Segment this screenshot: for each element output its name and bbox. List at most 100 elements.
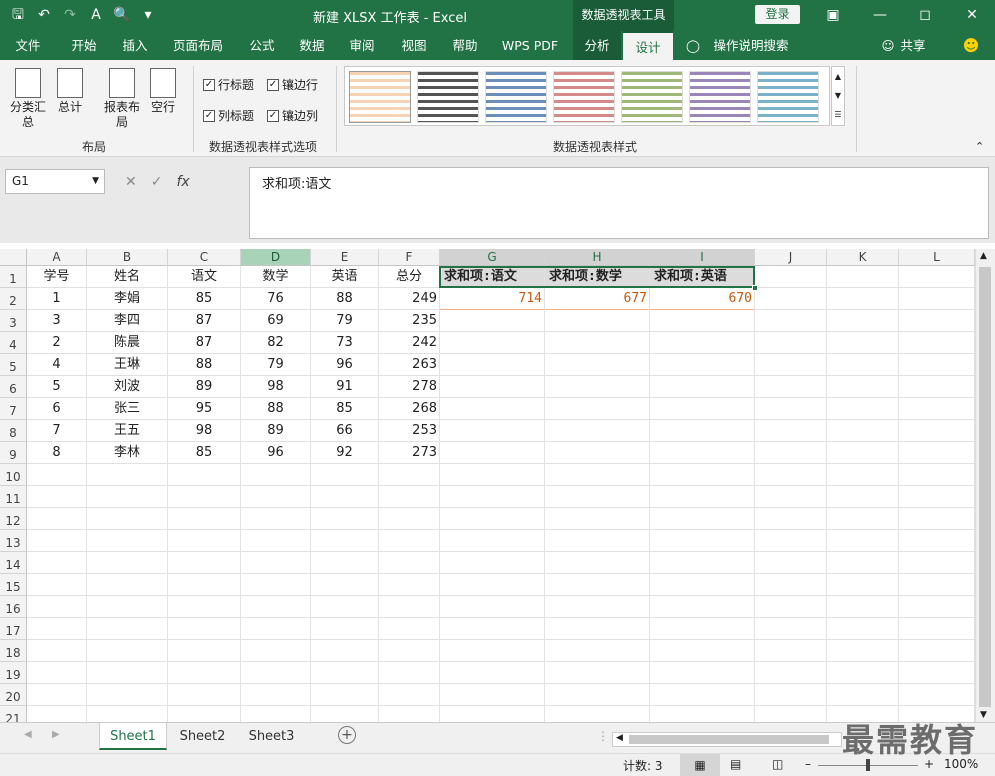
banded-rows-checkbox[interactable]: ✓ 镶边行 <box>267 76 318 93</box>
insert-function-icon[interactable]: fx <box>176 174 189 190</box>
table-cell[interactable]: 69 <box>241 310 310 332</box>
maximize-icon[interactable]: ◻ <box>910 3 940 27</box>
style-swatch-purple[interactable] <box>689 71 751 123</box>
style-swatch-aqua[interactable] <box>757 71 819 123</box>
column-header-h[interactable]: H <box>545 249 650 266</box>
table-header-cell[interactable]: 学号 <box>27 266 86 288</box>
sheet-tab-sheet1[interactable]: Sheet1 <box>99 723 167 750</box>
gallery-scroll-icon[interactable]: ▲ ▼ ☰ <box>831 66 845 126</box>
report-layout-button[interactable]: 报表布 局 <box>100 68 144 130</box>
scroll-left-icon[interactable]: ◀ <box>616 733 623 743</box>
style-swatch-blue[interactable] <box>485 71 547 123</box>
tab-design[interactable]: 设计 <box>623 31 673 60</box>
row-header-20[interactable]: 20 <box>0 684 27 706</box>
table-cell[interactable]: 88 <box>311 288 378 310</box>
table-cell[interactable]: 76 <box>241 288 310 310</box>
tab-home[interactable]: 开始 <box>62 31 106 60</box>
table-cell[interactable]: 6 <box>27 398 86 420</box>
pivot-value-cell[interactable]: 714 <box>440 288 544 310</box>
customize-qat-icon[interactable]: ▾ <box>138 5 158 25</box>
row-header-21[interactable]: 21 <box>0 706 27 722</box>
pivot-header-cell[interactable]: 求和项:数学 <box>545 266 649 288</box>
row-header-2[interactable]: 2 <box>0 288 27 310</box>
table-cell[interactable]: 278 <box>379 376 439 398</box>
column-header-c[interactable]: C <box>168 249 241 266</box>
undo-icon[interactable]: ↶ <box>34 5 54 25</box>
table-cell[interactable]: 98 <box>241 376 310 398</box>
row-header-13[interactable]: 13 <box>0 530 27 552</box>
table-header-cell[interactable]: 英语 <box>311 266 378 288</box>
close-icon[interactable]: ✕ <box>957 3 987 27</box>
column-headers-checkbox[interactable]: ✓ 列标题 <box>203 107 254 124</box>
table-cell[interactable]: 1 <box>27 288 86 310</box>
column-header-b[interactable]: B <box>87 249 168 266</box>
name-box[interactable]: G1 ▼ <box>5 169 105 194</box>
fill-handle[interactable] <box>752 285 758 291</box>
row-header-1[interactable]: 1 <box>0 266 27 288</box>
row-header-10[interactable]: 10 <box>0 464 27 486</box>
table-cell[interactable]: 235 <box>379 310 439 332</box>
banded-columns-checkbox[interactable]: ✓ 镶边列 <box>267 107 318 124</box>
column-header-g[interactable]: G <box>440 249 545 266</box>
table-cell[interactable]: 张三 <box>87 398 167 420</box>
row-header-16[interactable]: 16 <box>0 596 27 618</box>
save-icon[interactable]: 🖫 <box>8 5 28 25</box>
table-cell[interactable]: 5 <box>27 376 86 398</box>
print-preview-icon[interactable]: 🔍 <box>112 5 132 25</box>
table-cell[interactable]: 89 <box>168 376 240 398</box>
table-cell[interactable]: 88 <box>241 398 310 420</box>
tab-help[interactable]: 帮助 <box>443 31 487 60</box>
table-cell[interactable]: 79 <box>311 310 378 332</box>
table-cell[interactable]: 66 <box>311 420 378 442</box>
column-header-j[interactable]: J <box>755 249 827 266</box>
redo-icon[interactable]: ↷ <box>60 5 80 25</box>
tab-analyze[interactable]: 分析 <box>573 31 621 60</box>
tab-wps-pdf[interactable]: WPS PDF <box>495 31 565 60</box>
row-header-9[interactable]: 9 <box>0 442 27 464</box>
formula-input[interactable]: 求和项:语文 <box>249 167 989 239</box>
more-options-icon[interactable]: ⋮ <box>597 729 609 743</box>
tab-formulas[interactable]: 公式 <box>240 31 284 60</box>
table-cell[interactable]: 273 <box>379 442 439 464</box>
table-cell[interactable]: 82 <box>241 332 310 354</box>
table-cell[interactable]: 96 <box>241 442 310 464</box>
enter-icon[interactable]: ✓ <box>151 174 163 190</box>
style-swatch-dark[interactable] <box>417 71 479 123</box>
minimize-icon[interactable]: — <box>865 3 895 27</box>
table-cell[interactable]: 7 <box>27 420 86 442</box>
style-swatch-orange[interactable] <box>349 71 411 123</box>
format-painter-icon[interactable]: A <box>86 5 106 25</box>
smiley-icon[interactable]: ☻ <box>960 31 982 60</box>
grand-totals-button[interactable]: 总计 <box>52 68 88 115</box>
table-cell[interactable]: 98 <box>168 420 240 442</box>
blank-rows-button[interactable]: 空行 <box>146 68 180 115</box>
horizontal-scrollbar[interactable]: ◀ <box>612 732 842 747</box>
pivot-header-cell[interactable]: 求和项:英语 <box>650 266 754 288</box>
table-cell[interactable]: 王五 <box>87 420 167 442</box>
page-break-view-icon[interactable]: ◫ <box>772 757 783 771</box>
tab-file[interactable]: 文件 <box>6 31 50 60</box>
row-header-8[interactable]: 8 <box>0 420 27 442</box>
table-cell[interactable]: 李林 <box>87 442 167 464</box>
worksheet-grid[interactable]: A B C D E F G H I J K L 1 2 3 4 5 6 7 8 9 10 11 12 13 14 15 16 17 18 1… <box>0 249 975 722</box>
login-button[interactable]: 登录 <box>755 5 800 24</box>
table-header-cell[interactable]: 姓名 <box>87 266 167 288</box>
table-cell[interactable]: 李四 <box>87 310 167 332</box>
scroll-left-icon[interactable]: ◀ <box>24 729 32 740</box>
pivot-value-cell[interactable]: 677 <box>545 288 649 310</box>
column-header-k[interactable]: K <box>827 249 899 266</box>
row-header-14[interactable]: 14 <box>0 552 27 574</box>
select-all-corner[interactable] <box>0 249 27 266</box>
sheet-tab-sheet2[interactable]: Sheet2 <box>170 723 235 750</box>
table-cell[interactable]: 87 <box>168 332 240 354</box>
table-cell[interactable]: 85 <box>311 398 378 420</box>
ribbon-display-icon[interactable]: ▣ <box>818 3 848 27</box>
table-cell[interactable]: 268 <box>379 398 439 420</box>
table-cell[interactable]: 4 <box>27 354 86 376</box>
table-cell[interactable]: 8 <box>27 442 86 464</box>
table-cell[interactable]: 3 <box>27 310 86 332</box>
subtotals-button[interactable]: 分类汇 总 <box>6 68 50 130</box>
table-cell[interactable]: 王琳 <box>87 354 167 376</box>
pivot-header-cell[interactable]: 求和项:语文 <box>440 266 544 288</box>
page-layout-view-icon[interactable]: ▤ <box>730 757 741 771</box>
